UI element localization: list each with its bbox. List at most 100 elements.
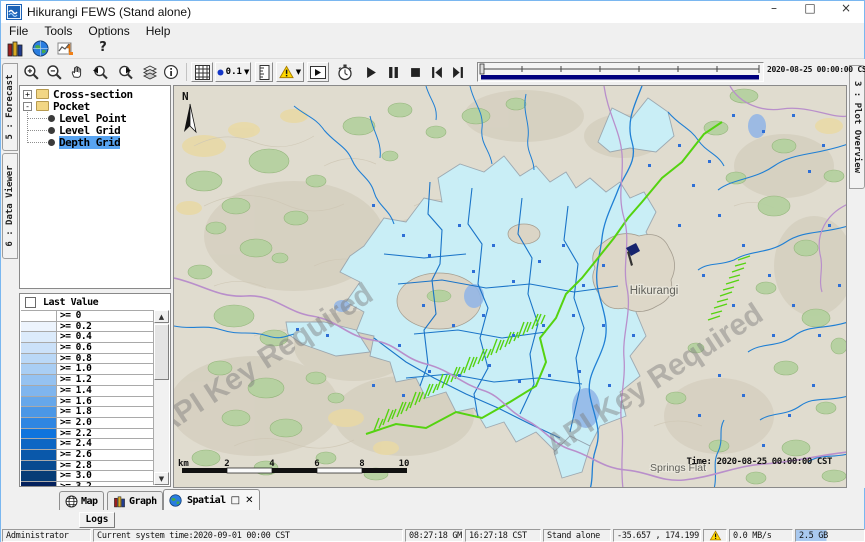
legend-swatch <box>21 439 57 449</box>
wireframe-globe-icon <box>65 495 78 508</box>
skip-to-start-button[interactable] <box>428 62 445 82</box>
bottom-tab-bar: Map Graph Spatial □ ✕ <box>1 488 864 512</box>
legend-row: >= 2.0 <box>21 418 153 429</box>
menu-file[interactable]: File <box>1 24 36 38</box>
scale-tick: 8 <box>359 459 364 469</box>
legend-label: >= 0.6 <box>57 343 153 353</box>
zoom-next-button[interactable] <box>115 62 137 82</box>
timeline-slider[interactable] <box>477 62 764 82</box>
play-button[interactable] <box>363 62 380 82</box>
legend-swatch <box>21 343 57 353</box>
node-icon <box>48 127 55 134</box>
legend-label: >= 0.4 <box>57 332 153 342</box>
scale-tick: 2 <box>224 459 229 469</box>
scale-tick: 10 <box>399 459 410 469</box>
left-tab-strip: 5 : Forecast 6 : Data Viewer <box>1 59 19 488</box>
threshold-dot-icon <box>217 69 224 76</box>
folder-icon <box>36 89 49 99</box>
map-toolbar: 0.1 ▼ ▼ <box>19 59 849 85</box>
animation-button[interactable] <box>307 62 329 82</box>
tab-data-viewer[interactable]: 6 : Data Viewer <box>2 153 18 259</box>
zoom-in-button[interactable] <box>21 62 41 82</box>
title-bar: Hikurangi FEWS (Stand alone) – □ × <box>1 1 864 23</box>
scale-tick: 4 <box>269 459 275 469</box>
logs-button[interactable]: Logs <box>79 512 115 528</box>
north-label: N <box>182 90 189 103</box>
legend-swatch <box>21 364 57 374</box>
scroll-down-button[interactable]: ▼ <box>154 472 169 485</box>
tab-close-icon[interactable]: ✕ <box>245 495 253 506</box>
zoom-out-button[interactable] <box>44 62 64 82</box>
tree-item-label[interactable]: Depth Grid <box>59 136 120 149</box>
legend-swatch <box>21 450 57 460</box>
legend-label: >= 1.4 <box>57 386 153 396</box>
tab-forecast[interactable]: 5 : Forecast <box>2 63 18 151</box>
menu-help[interactable]: Help <box>138 24 179 38</box>
tree-connector <box>27 142 47 143</box>
tab-spatial[interactable]: Spatial □ ✕ <box>163 489 260 510</box>
plots-display-icon[interactable] <box>57 40 75 57</box>
tab-maximize-icon[interactable]: □ <box>231 495 240 506</box>
legend-swatch <box>21 471 57 481</box>
tree-item-cross-section[interactable]: + Cross-section <box>23 88 169 100</box>
legend-label: >= 3.0 <box>57 471 153 481</box>
tree-item-level-grid[interactable]: Level Grid <box>48 124 169 136</box>
maximize-button[interactable]: □ <box>792 1 828 23</box>
tab-plot-overview[interactable]: 3 : Plot Overview <box>849 65 865 189</box>
minimize-button[interactable]: – <box>756 1 792 23</box>
threshold-dropdown[interactable]: 0.1 ▼ <box>215 62 251 82</box>
map-time-label: Time: 2020-08-25 00:00:00 CST <box>686 456 833 467</box>
status-memory: 2.5 GB <box>795 529 865 542</box>
app-window: Hikurangi FEWS (Stand alone) – □ × File … <box>0 0 865 542</box>
legend-swatch <box>21 429 57 439</box>
tree-item-level-point[interactable]: Level Point <box>48 112 169 124</box>
status-warning-cell[interactable] <box>703 529 727 542</box>
menu-options[interactable]: Options <box>80 24 137 38</box>
menu-bar: File Tools Options Help <box>1 23 864 38</box>
scroll-up-button[interactable]: ▲ <box>154 310 169 323</box>
legend-swatch <box>21 482 57 487</box>
pause-button[interactable] <box>385 62 402 82</box>
tree-expander[interactable]: + <box>23 90 32 99</box>
status-system-time: Current system time:2020-09-01 00:00 CST <box>93 529 403 542</box>
status-mode: Stand alone <box>543 529 611 542</box>
tree-expander[interactable]: - <box>23 102 32 111</box>
timeline-handle[interactable] <box>480 64 484 74</box>
help-button[interactable]: ? <box>94 40 112 57</box>
layers-button[interactable] <box>140 62 160 82</box>
info-button[interactable] <box>161 62 181 82</box>
window-title: Hikurangi FEWS (Stand alone) <box>27 5 191 19</box>
scale-ruler-button[interactable] <box>255 62 273 82</box>
filter-tree-panel: + Cross-section - Pocket Level Point Lev… <box>19 85 171 289</box>
warning-dropdown[interactable]: ▼ <box>276 62 304 82</box>
map-display-icon[interactable] <box>32 40 50 57</box>
legend-swatch <box>21 354 57 364</box>
tab-label: Spatial <box>187 495 226 506</box>
last-value-checkbox[interactable] <box>25 297 36 308</box>
legend-scrollbar[interactable]: ▲ ▼ <box>153 310 169 485</box>
timeline-date-label: 2020-08-25 00:00:00 CST <box>767 65 865 74</box>
status-gmt-time: 08:27:18 GMT <box>405 529 463 542</box>
map-canvas[interactable]: API Key Required API Key Required Hikura… <box>173 85 847 488</box>
logs-panel-icon[interactable] <box>6 40 24 57</box>
legend-label: >= 0 <box>57 311 153 321</box>
scale-tick: 6 <box>314 459 319 469</box>
tab-graph[interactable]: Graph <box>107 491 163 510</box>
stop-button[interactable] <box>407 62 424 82</box>
tree-item-pocket[interactable]: - Pocket <box>23 100 169 112</box>
legend-label: >= 1.2 <box>57 375 153 385</box>
tab-map[interactable]: Map <box>59 491 104 510</box>
legend-swatch <box>21 332 57 342</box>
menu-tools[interactable]: Tools <box>36 24 80 38</box>
stopwatch-button[interactable] <box>335 62 355 82</box>
folder-icon <box>36 101 49 111</box>
legend-label: >= 0.2 <box>57 322 153 332</box>
close-button[interactable]: × <box>828 1 864 23</box>
zoom-previous-button[interactable] <box>90 62 112 82</box>
legend-label: >= 2.8 <box>57 461 153 471</box>
grid-display-button[interactable] <box>191 62 213 82</box>
scroll-thumb[interactable] <box>154 324 169 380</box>
tree-item-depth-grid[interactable]: Depth Grid <box>48 136 169 148</box>
pan-button[interactable] <box>67 62 87 82</box>
scale-unit: km <box>178 459 189 469</box>
